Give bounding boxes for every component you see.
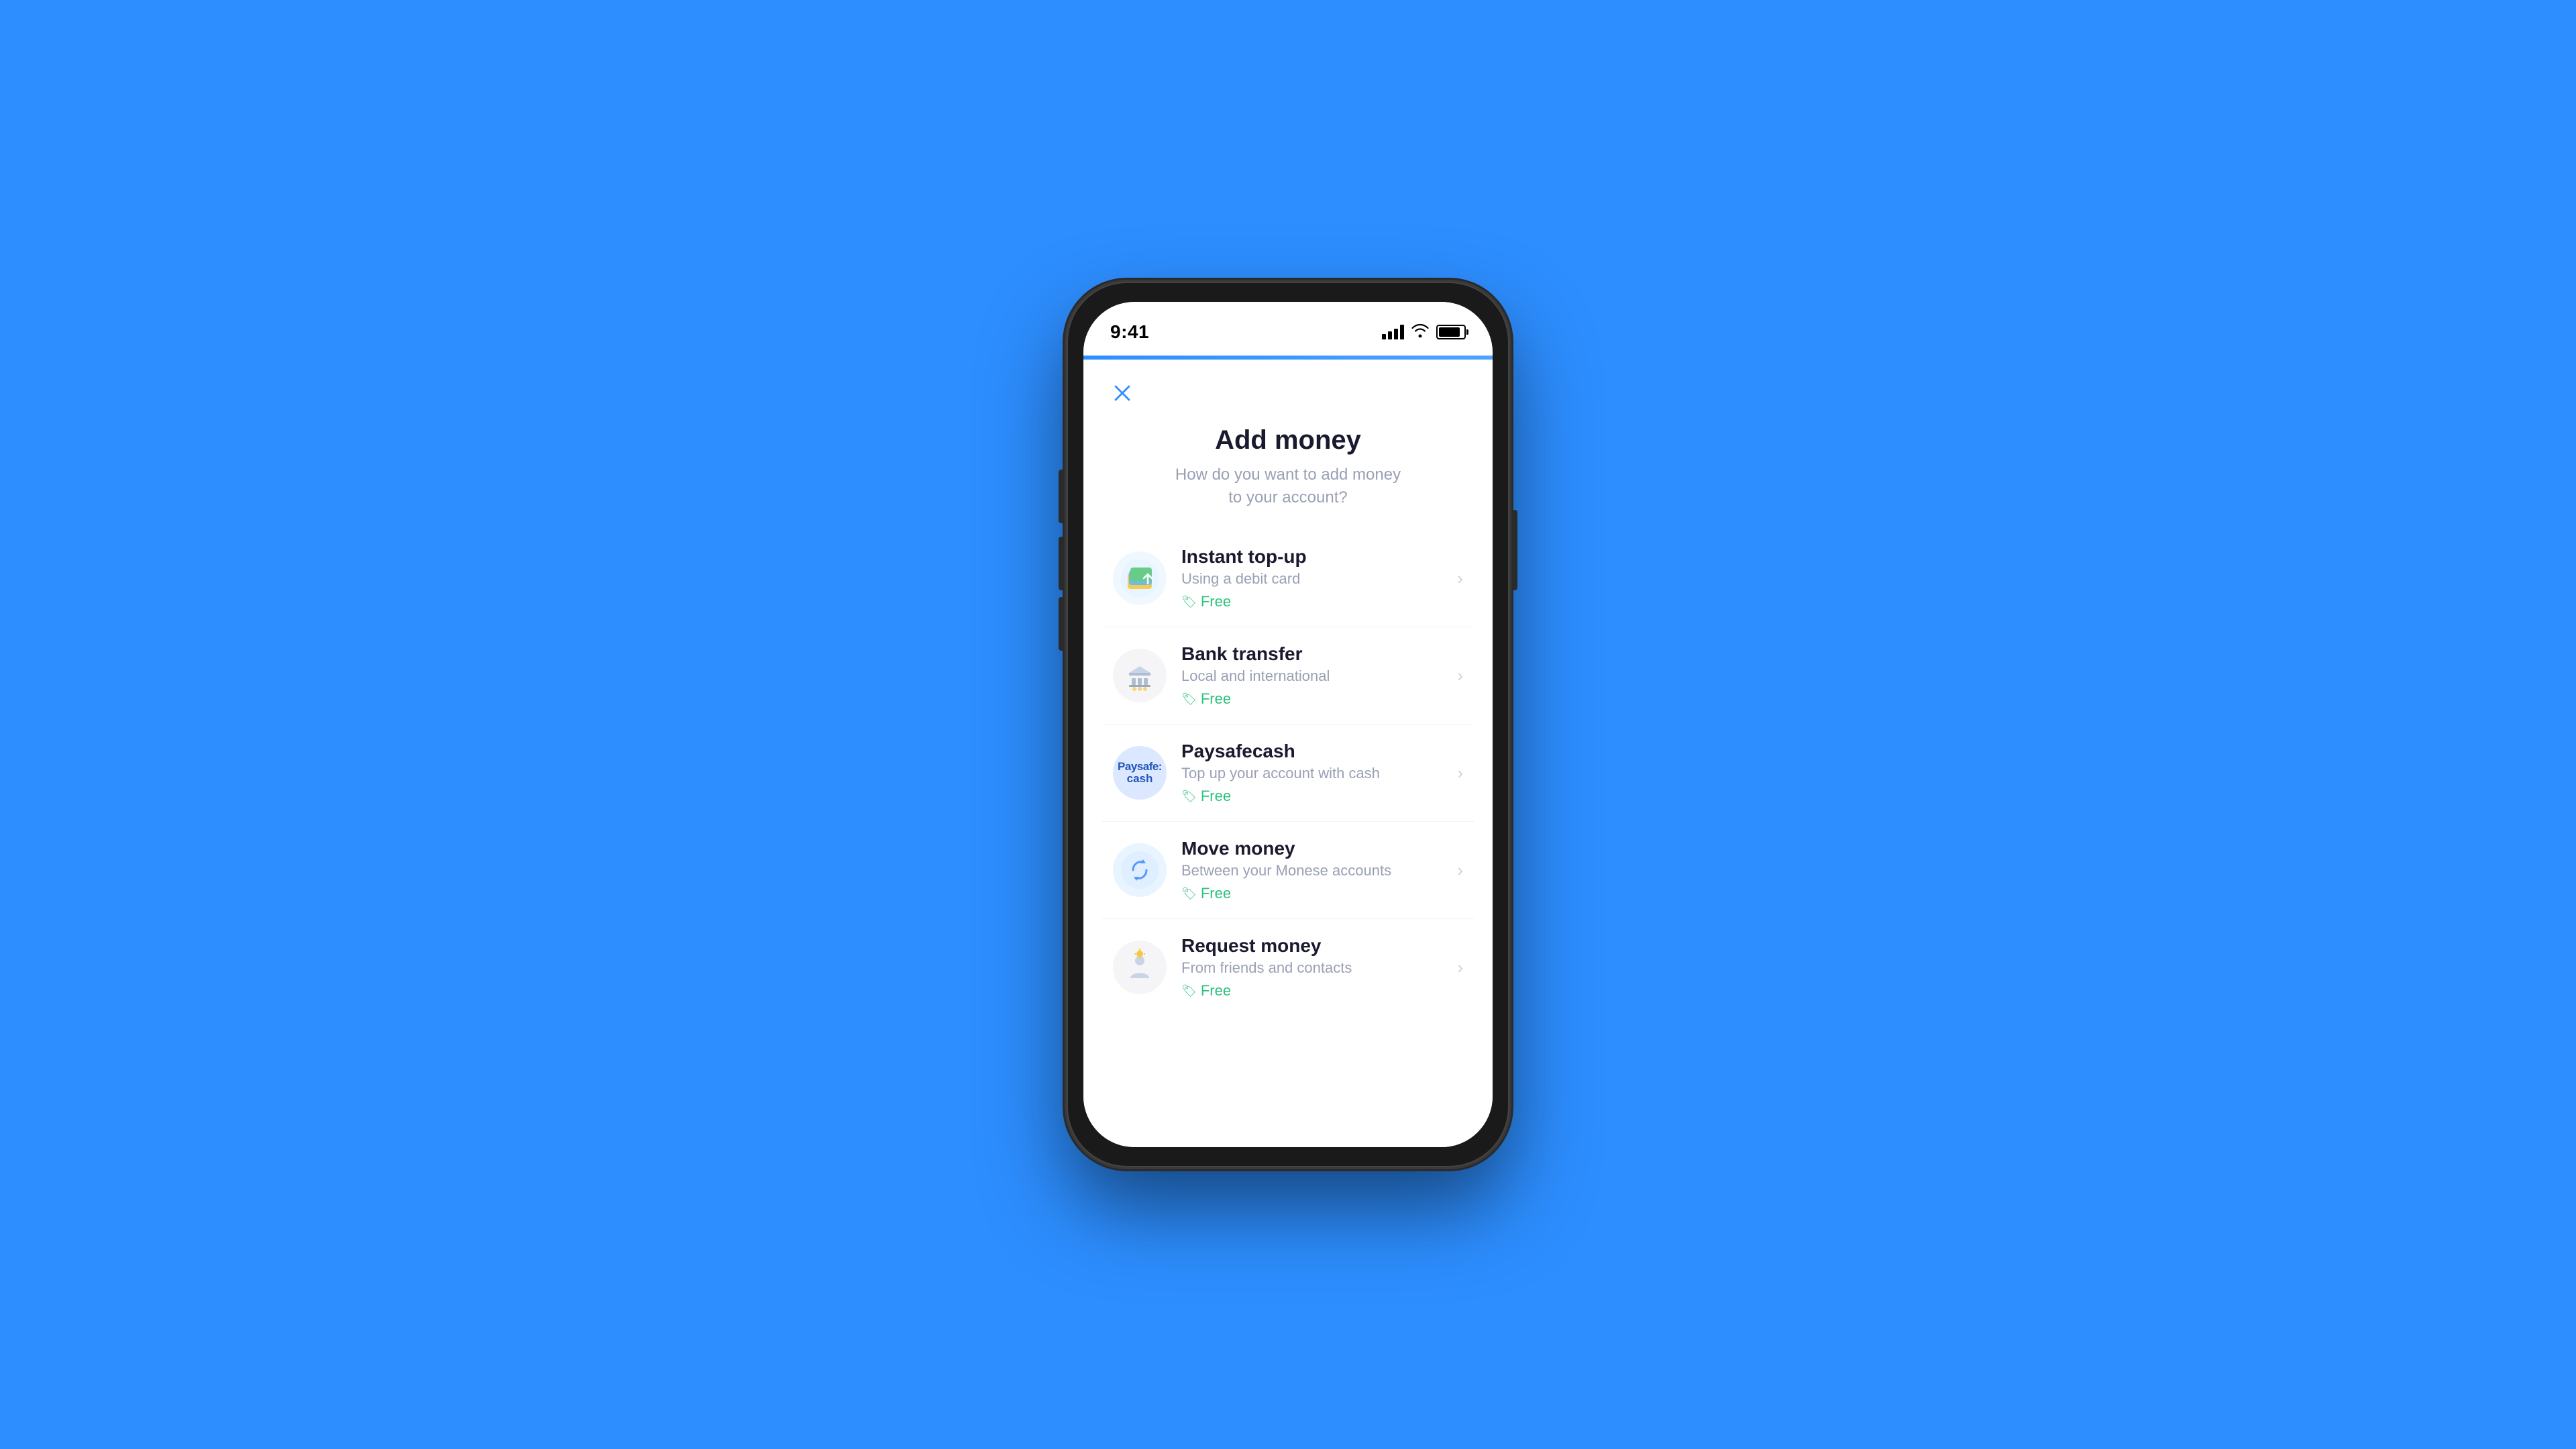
options-list: Instant top-up Using a debit card 🏷 Free…: [1083, 530, 1493, 1147]
bank-transfer-text: Bank transfer Local and international 🏷 …: [1181, 643, 1450, 708]
option-instant-topup[interactable]: Instant top-up Using a debit card 🏷 Free…: [1102, 530, 1474, 627]
request-money-text: Request money From friends and contacts …: [1181, 935, 1450, 1000]
paysafecash-desc: Top up your account with cash: [1181, 765, 1450, 782]
bank-transfer-badge: 🏷 Free: [1181, 690, 1231, 708]
paysafecash-icon: Paysafe: cash: [1113, 746, 1167, 800]
phone-device: 9:41: [1067, 282, 1509, 1167]
bank-transfer-chevron: ›: [1457, 665, 1463, 686]
phone-screen: 9:41: [1083, 302, 1493, 1147]
bank-transfer-desc: Local and international: [1181, 667, 1450, 685]
signal-icon: [1382, 325, 1404, 339]
paysafecash-chevron: ›: [1457, 763, 1463, 784]
paysafecash-badge: 🏷 Free: [1181, 788, 1231, 805]
bank-transfer-icon: [1113, 649, 1167, 702]
status-time: 9:41: [1110, 321, 1149, 343]
paysafecash-title: Paysafecash: [1181, 741, 1450, 762]
instant-topup-icon: [1113, 551, 1167, 605]
move-money-badge: 🏷 Free: [1181, 885, 1231, 902]
move-money-title: Move money: [1181, 838, 1450, 859]
page-title: Add money: [1110, 425, 1466, 455]
battery-icon: [1436, 325, 1466, 339]
paysafecash-text: Paysafecash Top up your account with cas…: [1181, 741, 1450, 805]
close-button[interactable]: [1108, 378, 1137, 408]
instant-topup-desc: Using a debit card: [1181, 570, 1450, 588]
status-icons: [1382, 324, 1466, 340]
instant-topup-badge: 🏷 Free: [1181, 593, 1231, 610]
instant-topup-chevron: ›: [1457, 568, 1463, 589]
instant-topup-text: Instant top-up Using a debit card 🏷 Free: [1181, 546, 1450, 610]
request-money-desc: From friends and contacts: [1181, 959, 1450, 977]
title-area: Add money How do you want to add moneyto…: [1083, 415, 1493, 530]
wifi-icon: [1411, 324, 1430, 340]
move-money-desc: Between your Monese accounts: [1181, 862, 1450, 879]
move-money-text: Move money Between your Monese accounts …: [1181, 838, 1450, 902]
option-move-money[interactable]: Move money Between your Monese accounts …: [1102, 822, 1474, 919]
bank-transfer-title: Bank transfer: [1181, 643, 1450, 665]
app-content: Add money How do you want to add moneyto…: [1083, 360, 1493, 1147]
request-money-chevron: ›: [1457, 957, 1463, 978]
option-request-money[interactable]: Request money From friends and contacts …: [1102, 919, 1474, 1016]
option-bank-transfer[interactable]: Bank transfer Local and international 🏷 …: [1102, 627, 1474, 724]
move-money-icon: [1113, 843, 1167, 897]
request-money-icon: [1113, 941, 1167, 994]
option-paysafecash[interactable]: Paysafe: cash Paysafecash Top up your ac…: [1102, 724, 1474, 822]
page-subtitle: How do you want to add moneyto your acco…: [1110, 464, 1466, 508]
request-money-badge: 🏷 Free: [1181, 982, 1231, 1000]
instant-topup-title: Instant top-up: [1181, 546, 1450, 568]
request-money-title: Request money: [1181, 935, 1450, 957]
move-money-chevron: ›: [1457, 860, 1463, 881]
status-bar: 9:41: [1083, 302, 1493, 356]
